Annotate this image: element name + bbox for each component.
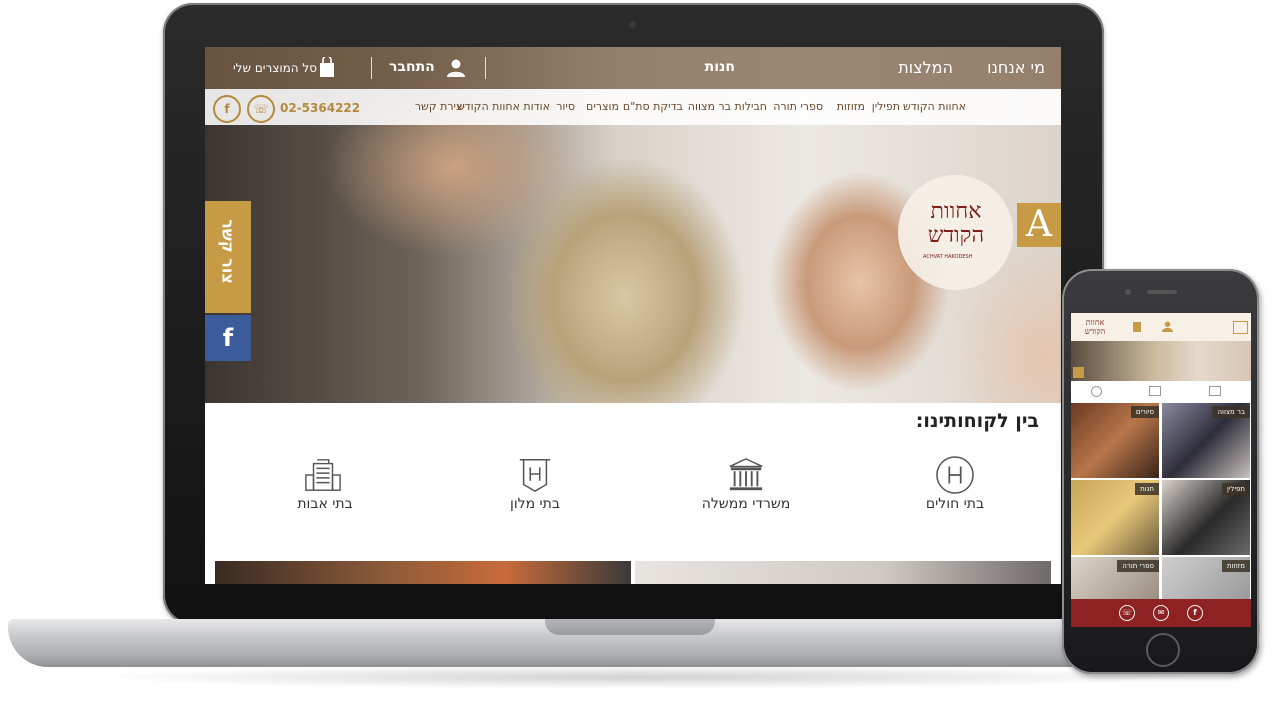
book-icon[interactable]	[1209, 386, 1221, 396]
tile-tefillin[interactable]: תפילין	[1162, 480, 1250, 555]
tile-label: חנות	[1135, 483, 1159, 495]
mobile-accessibility-button[interactable]	[1073, 367, 1084, 378]
contact-tab-label: צור קשר	[218, 219, 238, 284]
category-thumbnail[interactable]	[215, 561, 631, 584]
mobile-phone-icon[interactable]: ☏	[1119, 605, 1135, 621]
cart-link[interactable]: סל המוצרים שלי	[233, 61, 317, 75]
mobile-logo-line-2: הקודש	[1084, 327, 1106, 336]
phone-number[interactable]: 02-5364222	[280, 101, 360, 115]
laptop-notch	[545, 619, 715, 635]
laptop-shadow	[80, 665, 1190, 689]
nav-item-home[interactable]: אחוות הקודש	[903, 100, 966, 113]
nav-item-barmitzvah[interactable]: חבילות בר מצווה	[688, 100, 767, 113]
client-government: משרדי ממשלה	[701, 496, 791, 512]
facebook-icon[interactable]: f	[213, 95, 241, 123]
menu-icon[interactable]	[1233, 321, 1248, 334]
mobile-hero	[1071, 341, 1251, 381]
logo-line-2: הקודש	[927, 223, 985, 248]
nav-item-products[interactable]: מוצרים	[586, 100, 619, 113]
tile-label: מזוזות	[1221, 560, 1250, 572]
tile-mezuzot[interactable]: מזוזות	[1162, 557, 1250, 599]
desktop-website: מי אנחנו המלצות חנות התחבר סל המוצרים של…	[205, 47, 1061, 584]
shopping-bag-icon	[320, 57, 334, 77]
phone-home-button	[1146, 633, 1180, 667]
tile-label: סיורים	[1130, 406, 1159, 418]
tile-tours[interactable]: סיורים	[1071, 403, 1159, 478]
nav-item-torah[interactable]: ספרי תורה	[773, 100, 823, 113]
nav-recommendations[interactable]: המלצות	[898, 58, 953, 77]
mobile-cart-icon[interactable]	[1133, 322, 1141, 332]
nav-shop[interactable]: חנות	[705, 59, 735, 75]
mobile-facebook-icon[interactable]: f	[1187, 605, 1203, 621]
tile-bar-mitzvah[interactable]: בר מצווה	[1162, 403, 1250, 478]
topbar-divider	[371, 57, 372, 79]
laptop-camera	[629, 21, 636, 28]
tile-torah[interactable]: ספרי תורה	[1071, 557, 1159, 599]
hotel-icon	[519, 459, 551, 493]
accessibility-button[interactable]: A	[1017, 203, 1061, 247]
location-icon[interactable]	[1091, 386, 1102, 397]
login-link[interactable]: התחבר	[389, 59, 435, 75]
tile-label: ספרי תורה	[1117, 560, 1159, 572]
mobile-logo-line-1: אחוות	[1085, 318, 1105, 327]
tile-label: תפילין	[1222, 483, 1250, 495]
phone-icon[interactable]: ☏	[247, 95, 275, 123]
mobile-mail-icon[interactable]: ✉	[1153, 605, 1169, 621]
user-icon	[447, 59, 465, 77]
client-retirement: בתי אבות	[297, 496, 353, 512]
category-thumbnail[interactable]	[635, 561, 1051, 584]
phone-speaker	[1147, 290, 1177, 294]
logo-line-1: אחוות	[930, 199, 982, 224]
nav-about[interactable]: מי אנחנו	[987, 58, 1045, 77]
client-hotels: בתי מלון	[510, 496, 560, 512]
nav-item-contact[interactable]: יצירת קשר	[415, 100, 465, 113]
client-hospitals: בתי חולים	[925, 496, 985, 512]
tile-label: בר מצווה	[1212, 406, 1250, 418]
nav-item-stam[interactable]: בדיקת סת"ם	[623, 100, 683, 113]
topbar-divider	[485, 57, 486, 79]
mobile-logo[interactable]: אחוות הקודש	[1075, 318, 1115, 336]
clients-title: בין לקוחותינו:	[915, 410, 1039, 432]
nav-item-about[interactable]: אודות אחוות הקודש	[457, 100, 550, 113]
logo: אחוות הקודש	[916, 200, 996, 248]
government-building-icon	[729, 458, 763, 491]
facebook-tab[interactable]: f	[205, 315, 251, 361]
nav-item-tefillin[interactable]: תפילין	[872, 100, 900, 113]
tile-shop[interactable]: חנות	[1071, 480, 1159, 555]
mobile-user-icon[interactable]	[1162, 321, 1173, 332]
nav-item-tour[interactable]: סיור	[556, 100, 575, 113]
logo-subtitle: ACHVAT HAKODESH	[923, 254, 973, 260]
hat-icon[interactable]	[1149, 386, 1161, 396]
mobile-website: אחוות הקודש בר מצווה סיורים תפילין חנות …	[1071, 313, 1251, 627]
phone-camera	[1125, 289, 1131, 295]
nav-item-mezuzot[interactable]: מזוזות	[837, 100, 865, 113]
retirement-home-icon	[305, 459, 341, 491]
hospital-icon	[936, 456, 974, 494]
